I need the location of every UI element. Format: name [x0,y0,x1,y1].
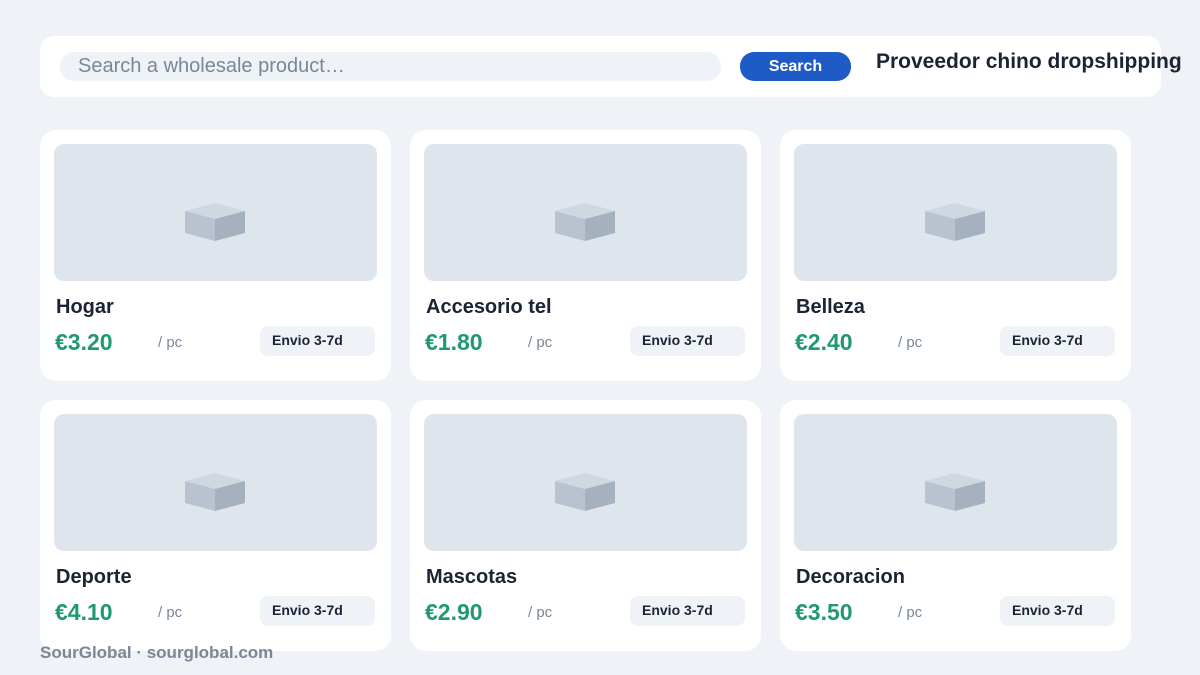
product-card[interactable]: Hogar €3.20 / pc Envio 3-7d [40,130,391,381]
shipping-badge: Envio 3-7d [630,326,745,356]
product-image-placeholder [54,144,377,281]
shipping-badge: Envio 3-7d [1000,596,1115,626]
site-footer: SourGlobal · sourglobal.com [40,643,274,662]
product-card[interactable]: Decoracion €3.50 / pc Envio 3-7d [780,400,1131,651]
shipping-badge: Envio 3-7d [260,596,375,626]
box-icon [925,473,985,511]
product-name: Hogar [56,296,114,318]
product-image-placeholder [424,414,747,551]
product-name: Belleza [796,296,865,318]
product-image-placeholder [54,414,377,551]
box-icon [555,473,615,511]
price-unit: / pc [528,334,553,351]
product-card[interactable]: Deporte €4.10 / pc Envio 3-7d [40,400,391,651]
product-name: Mascotas [426,566,518,588]
product-price: €4.10 [55,599,113,625]
product-image-placeholder [794,144,1117,281]
box-icon [555,203,615,241]
product-image-placeholder [424,144,747,281]
price-unit: / pc [158,334,183,351]
product-price: €3.20 [55,329,113,355]
product-name: Decoracion [796,566,905,588]
product-card[interactable]: Belleza €2.40 / pc Envio 3-7d [780,130,1131,381]
box-icon [185,473,245,511]
product-price: €1.80 [425,329,483,355]
search-input[interactable] [60,52,721,81]
box-icon [185,203,245,241]
price-unit: / pc [898,604,923,621]
product-image-placeholder [794,414,1117,551]
product-name: Deporte [56,566,132,588]
product-price: €2.40 [795,329,853,355]
product-card[interactable]: Accesorio tel €1.80 / pc Envio 3-7d [410,130,761,381]
product-name: Accesorio tel [426,296,552,318]
shipping-badge: Envio 3-7d [630,596,745,626]
product-price: €3.50 [795,599,853,625]
page-tagline: Proveedor chino dropshipping [876,50,1182,73]
product-card[interactable]: Mascotas €2.90 / pc Envio 3-7d [410,400,761,651]
shipping-badge: Envio 3-7d [1000,326,1115,356]
search-button[interactable]: Search [740,52,851,81]
price-unit: / pc [528,604,553,621]
price-unit: / pc [898,334,923,351]
product-price: €2.90 [425,599,483,625]
price-unit: / pc [158,604,183,621]
shipping-badge: Envio 3-7d [260,326,375,356]
box-icon [925,203,985,241]
